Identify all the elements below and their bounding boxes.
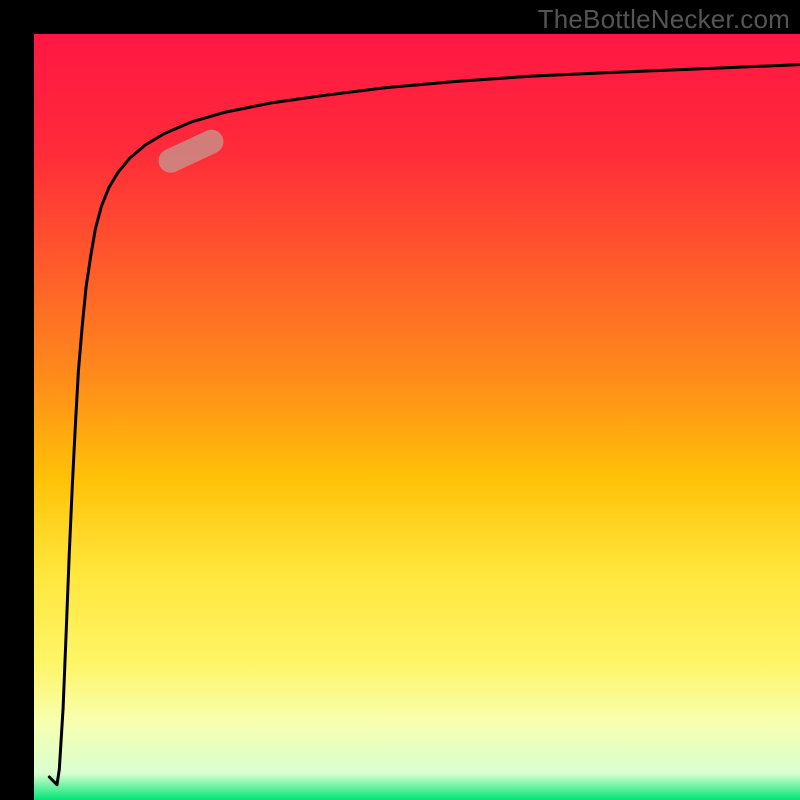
- bottleneck-plot: [0, 0, 800, 800]
- plot-frame-left: [0, 0, 34, 800]
- attribution-watermark: TheBottleNecker.com: [538, 4, 790, 35]
- plot-background-gradient: [34, 34, 800, 800]
- chart-container: TheBottleNecker.com: [0, 0, 800, 800]
